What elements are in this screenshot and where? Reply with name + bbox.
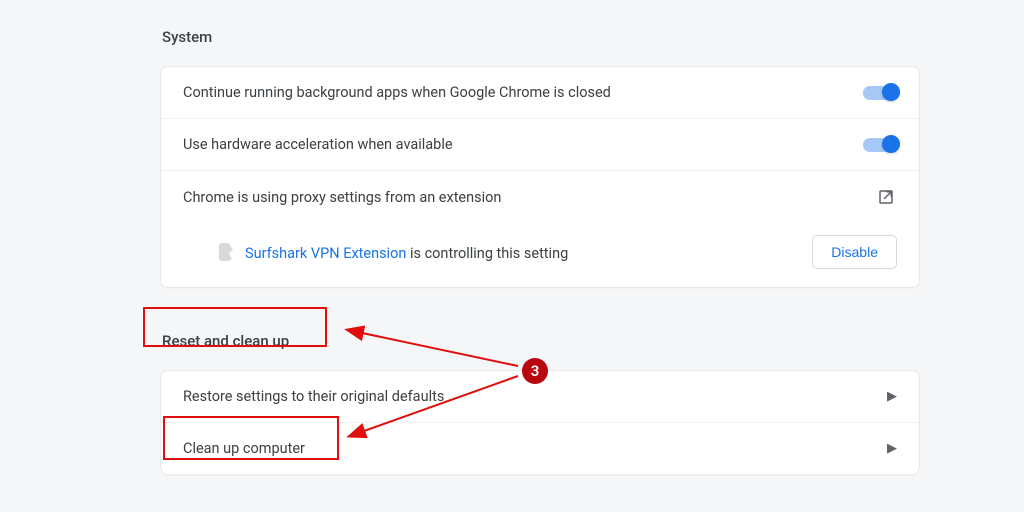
- toggle-hw-accel[interactable]: [863, 138, 897, 152]
- label-hw-accel: Use hardware acceleration when available: [183, 136, 453, 153]
- row-hw-accel: Use hardware acceleration when available: [161, 119, 919, 171]
- row-cleanup-computer[interactable]: Clean up computer ▶: [161, 423, 919, 474]
- label-proxy: Chrome is using proxy settings from an e…: [183, 189, 501, 206]
- extension-icon: [219, 243, 233, 261]
- extension-controlling-text: Surfshark VPN Extension is controlling t…: [245, 243, 568, 262]
- label-restore-defaults: Restore settings to their original defau…: [183, 388, 444, 405]
- section-title-reset: Reset and clean up: [160, 332, 920, 350]
- section-title-system: System: [160, 28, 920, 46]
- extension-suffix-text: is controlling this setting: [406, 245, 568, 262]
- label-background-apps: Continue running background apps when Go…: [183, 84, 611, 101]
- extension-link[interactable]: Surfshark VPN Extension: [245, 245, 406, 262]
- chevron-right-icon: ▶: [887, 389, 897, 404]
- system-card: Continue running background apps when Go…: [160, 66, 920, 288]
- row-background-apps: Continue running background apps when Go…: [161, 67, 919, 119]
- open-in-new-icon[interactable]: [877, 188, 895, 206]
- reset-card: Restore settings to their original defau…: [160, 370, 920, 475]
- row-proxy-extension: Surfshark VPN Extension is controlling t…: [161, 223, 919, 287]
- chevron-right-icon: ▶: [887, 441, 897, 456]
- row-restore-defaults[interactable]: Restore settings to their original defau…: [161, 371, 919, 423]
- disable-button[interactable]: Disable: [812, 235, 897, 269]
- row-proxy[interactable]: Chrome is using proxy settings from an e…: [161, 171, 919, 223]
- toggle-background-apps[interactable]: [863, 86, 897, 100]
- label-cleanup-computer: Clean up computer: [183, 440, 305, 457]
